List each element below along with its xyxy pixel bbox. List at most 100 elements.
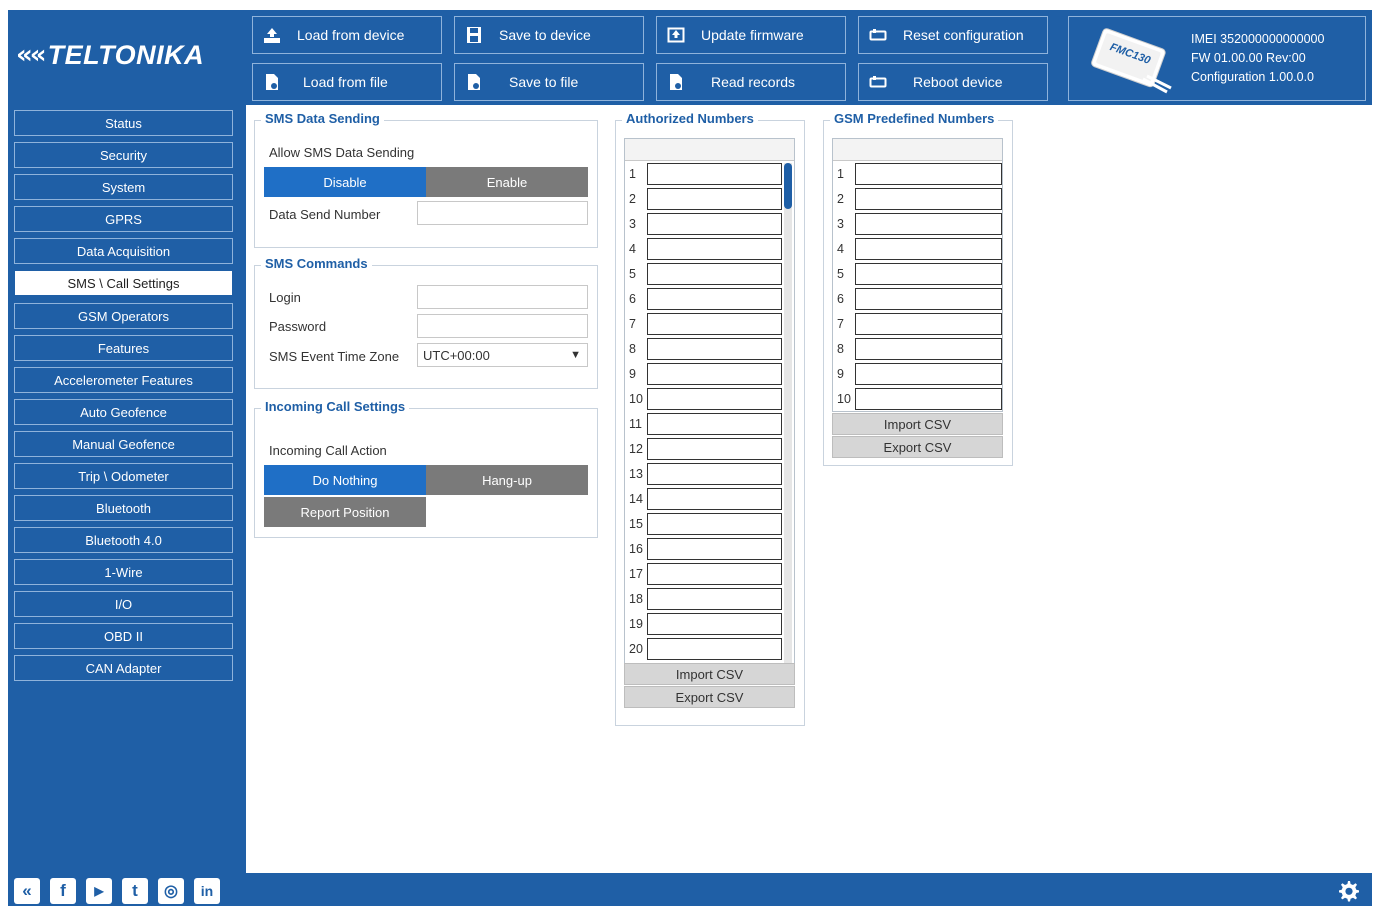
authorized-number-cell[interactable] xyxy=(647,463,782,485)
sidebar-item-bluetooth[interactable]: Bluetooth xyxy=(14,495,233,521)
row-number: 3 xyxy=(629,216,636,231)
save-to-device-button[interactable]: Save to device xyxy=(454,16,644,54)
authorized-number-cell[interactable] xyxy=(647,213,782,235)
hang-up-option-button[interactable]: Hang-up xyxy=(426,465,588,495)
facebook-icon[interactable]: f xyxy=(50,878,76,904)
gsm-predefined-number-cell[interactable] xyxy=(855,388,1002,410)
authorized-number-cell[interactable] xyxy=(647,588,782,610)
twitter-icon[interactable]: t xyxy=(122,878,148,904)
sidebar-item-sms-call-settings[interactable]: SMS \ Call Settings xyxy=(14,270,233,296)
gsm-predefined-number-cell[interactable] xyxy=(855,163,1002,185)
row-number: 9 xyxy=(837,366,844,381)
sidebar-item-security[interactable]: Security xyxy=(14,142,233,168)
table-row: 1 xyxy=(625,161,794,186)
reset-configuration-button[interactable]: Reset configuration xyxy=(858,16,1048,54)
scrollbar-thumb[interactable] xyxy=(784,163,792,209)
sidebar-item-manual-geofence[interactable]: Manual Geofence xyxy=(14,431,233,457)
authorized-number-cell[interactable] xyxy=(647,338,782,360)
gsm-import-csv-button[interactable]: Import CSV xyxy=(832,413,1003,435)
read-records-button[interactable]: Read records xyxy=(656,63,846,101)
update-firmware-button[interactable]: Update firmware xyxy=(656,16,846,54)
sidebar-item-gsm-operators[interactable]: GSM Operators xyxy=(14,303,233,329)
sidebar-item-i-o[interactable]: I/O xyxy=(14,591,233,617)
sidebar-item-gprs[interactable]: GPRS xyxy=(14,206,233,232)
sidebar-item-obd-ii[interactable]: OBD II xyxy=(14,623,233,649)
youtube-icon[interactable]: ▶ xyxy=(86,878,112,904)
authorized-number-cell[interactable] xyxy=(647,313,782,335)
gsm-predefined-number-cell[interactable] xyxy=(855,213,1002,235)
table-row: 6 xyxy=(625,286,794,311)
row-number: 3 xyxy=(837,216,844,231)
table-row: 10 xyxy=(833,386,1002,411)
table-row: 7 xyxy=(833,311,1002,336)
authorized-number-cell[interactable] xyxy=(647,513,782,535)
login-field[interactable] xyxy=(417,285,588,309)
save-to-device-label: Save to device xyxy=(499,27,591,43)
sidebar-item-trip-odometer[interactable]: Trip \ Odometer xyxy=(14,463,233,489)
disable-option-button[interactable]: Disable xyxy=(264,167,426,197)
authorized-number-cell[interactable] xyxy=(647,163,782,185)
gsm-predefined-number-cell[interactable] xyxy=(855,288,1002,310)
instagram-icon[interactable]: ◎ xyxy=(158,878,184,904)
table-row: 9 xyxy=(625,361,794,386)
row-number: 10 xyxy=(629,391,643,406)
teltonika-icon[interactable]: « xyxy=(14,878,40,904)
sidebar-item-data-acquisition[interactable]: Data Acquisition xyxy=(14,238,233,264)
authorized-number-cell[interactable] xyxy=(647,288,782,310)
sidebar-item-accelerometer-features[interactable]: Accelerometer Features xyxy=(14,367,233,393)
gsm-predefined-number-cell[interactable] xyxy=(855,263,1002,285)
authorized-number-cell[interactable] xyxy=(647,388,782,410)
reset-icon xyxy=(867,24,889,46)
sidebar-item-bluetooth-4-0[interactable]: Bluetooth 4.0 xyxy=(14,527,233,553)
load-from-file-button[interactable]: Load from file xyxy=(252,63,442,101)
gsm-predefined-number-cell[interactable] xyxy=(855,238,1002,260)
configurator-window: «« TELTONIKA Load from device Save to de… xyxy=(8,10,1372,906)
row-number: 5 xyxy=(837,266,844,281)
teltonika-logo: «« TELTONIKA xyxy=(16,32,244,78)
sidebar-item-can-adapter[interactable]: CAN Adapter xyxy=(14,655,233,681)
authorized-number-cell[interactable] xyxy=(647,613,782,635)
report-position-option-button[interactable]: Report Position xyxy=(264,497,426,527)
authorized-number-cell[interactable] xyxy=(647,263,782,285)
authorized-number-cell[interactable] xyxy=(647,638,782,660)
authorized-number-cell[interactable] xyxy=(647,538,782,560)
bottom-bar: « f ▶ t ◎ in xyxy=(8,873,1372,906)
gsm-predefined-number-cell[interactable] xyxy=(855,188,1002,210)
save-to-file-button[interactable]: Save to file xyxy=(454,63,644,101)
password-field[interactable] xyxy=(417,314,588,338)
gsm-predefined-number-cell[interactable] xyxy=(855,313,1002,335)
row-number: 11 xyxy=(629,416,642,431)
sidebar-item-auto-geofence[interactable]: Auto Geofence xyxy=(14,399,233,425)
gsm-export-csv-button[interactable]: Export CSV xyxy=(832,436,1003,458)
auth-export-csv-button[interactable]: Export CSV xyxy=(624,686,795,708)
row-number: 7 xyxy=(629,316,636,331)
enable-option-button[interactable]: Enable xyxy=(426,167,588,197)
table-row: 12 xyxy=(625,436,794,461)
authorized-number-cell[interactable] xyxy=(647,563,782,585)
gsm-predefined-number-cell[interactable] xyxy=(855,363,1002,385)
authorized-number-cell[interactable] xyxy=(647,488,782,510)
linkedin-icon[interactable]: in xyxy=(194,878,220,904)
load-from-device-button[interactable]: Load from device xyxy=(252,16,442,54)
gear-icon[interactable] xyxy=(1336,879,1360,903)
authorized-number-cell[interactable] xyxy=(647,238,782,260)
time-zone-value: UTC+00:00 xyxy=(423,347,490,363)
sidebar-item-system[interactable]: System xyxy=(14,174,233,200)
gsm-predefined-numbers-title: GSM Predefined Numbers xyxy=(830,111,999,126)
authorized-number-cell[interactable] xyxy=(647,363,782,385)
sidebar-item-1-wire[interactable]: 1-Wire xyxy=(14,559,233,585)
do-nothing-option-button[interactable]: Do Nothing xyxy=(264,465,426,495)
auth-import-csv-button[interactable]: Import CSV xyxy=(624,663,795,685)
authorized-number-cell[interactable] xyxy=(647,188,782,210)
gsm-predefined-number-cell[interactable] xyxy=(855,338,1002,360)
reboot-device-button[interactable]: Reboot device xyxy=(858,63,1048,101)
authorized-number-cell[interactable] xyxy=(647,413,782,435)
data-send-number-field[interactable] xyxy=(417,201,588,225)
row-number: 6 xyxy=(837,291,844,306)
scrollbar[interactable] xyxy=(784,163,792,671)
time-zone-select[interactable]: UTC+00:00 ▼ xyxy=(417,343,588,367)
authorized-number-cell[interactable] xyxy=(647,438,782,460)
device-image: FMC130 xyxy=(1083,24,1175,94)
sidebar-item-features[interactable]: Features xyxy=(14,335,233,361)
sidebar-item-status[interactable]: Status xyxy=(14,110,233,136)
